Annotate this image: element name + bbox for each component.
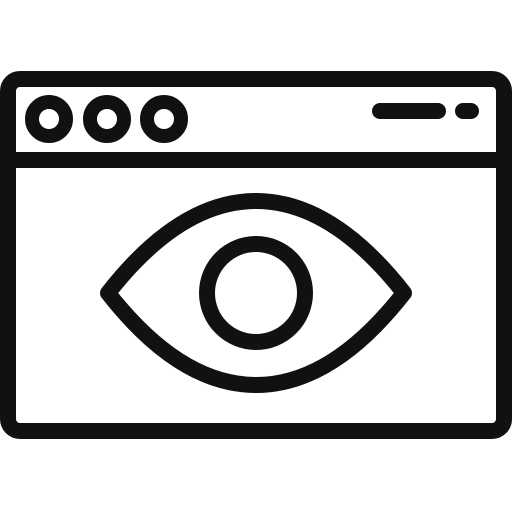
control-dot-1 [25, 95, 73, 143]
eye-pupil-ring [199, 236, 313, 350]
browser-window-eye-icon [0, 0, 512, 512]
icon-svg [0, 71, 512, 439]
eye-outline [100, 193, 412, 393]
window-control-dots [25, 95, 188, 143]
control-dot-2 [83, 95, 131, 143]
control-dot-3 [140, 95, 188, 143]
